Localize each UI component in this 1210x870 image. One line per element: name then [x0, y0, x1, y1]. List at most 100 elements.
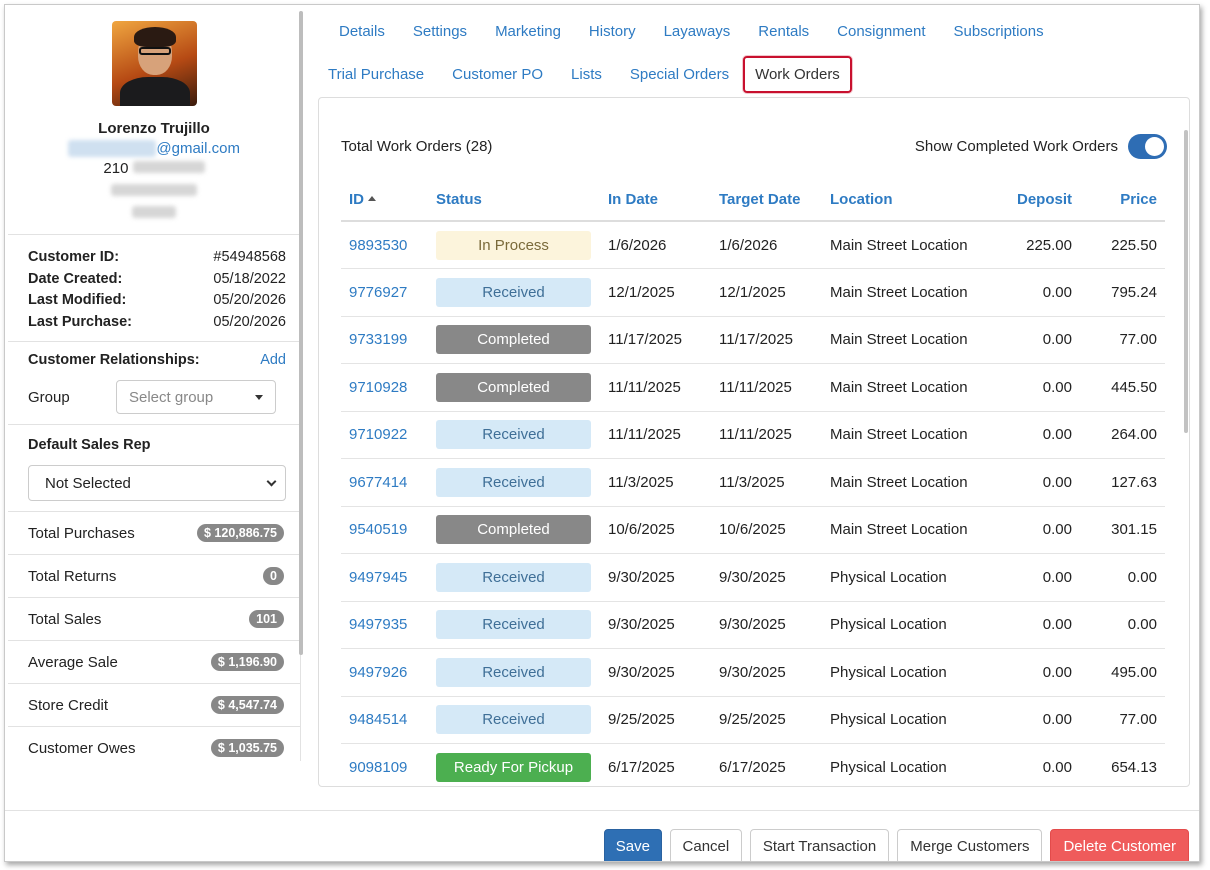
target-date-cell: 10/6/2025	[711, 506, 822, 554]
footer-actions: Save Cancel Start Transaction Merge Cust…	[5, 810, 1199, 861]
tab-work-orders[interactable]: Work Orders	[743, 56, 852, 93]
show-completed-toggle[interactable]	[1128, 134, 1167, 159]
in-date-cell: 9/25/2025	[600, 696, 711, 744]
status-badge: Completed	[436, 515, 591, 545]
stat-total-returns: Total Returns 0	[8, 555, 300, 598]
work-orders-table: ID Status In Date Target Date Location D…	[341, 178, 1165, 786]
location-cell: Main Street Location	[822, 458, 994, 507]
table-row[interactable]: 9540519 Completed 10/6/2025 10/6/2025 Main S…	[341, 506, 1165, 554]
status-cell: Received	[428, 458, 600, 507]
status-cell: Received	[428, 696, 600, 744]
table-row[interactable]: 9098109 Ready For Pickup 6/17/2025 6/17/202…	[341, 743, 1165, 786]
customer-relationships: Customer Relationships: Add Group Select…	[8, 342, 300, 425]
column-header-status[interactable]: Status	[428, 178, 600, 222]
add-relationship-link[interactable]: Add	[260, 352, 286, 368]
deposit-cell: 0.00	[994, 268, 1080, 317]
location-cell: Physical Location	[822, 743, 994, 786]
stat-customer-owes: Customer Owes $ 1,035.75	[8, 727, 300, 761]
work-order-id-link[interactable]: 9098109	[341, 743, 428, 786]
column-header-deposit[interactable]: Deposit	[994, 178, 1080, 222]
group-select[interactable]: Select group	[116, 380, 276, 414]
sales-rep-select[interactable]: Not Selected	[28, 465, 286, 501]
table-row[interactable]: 9497926 Received 9/30/2025 9/30/2025 Physica…	[341, 648, 1165, 697]
status-badge: Completed	[436, 372, 591, 402]
customer-avatar	[111, 21, 197, 106]
table-row[interactable]: 9484514 Received 9/25/2025 9/25/2025 Physica…	[341, 696, 1165, 744]
tab-trial-purchase[interactable]: Trial Purchase	[315, 66, 438, 83]
content-scrollbar[interactable]	[1184, 130, 1188, 433]
price-cell: 654.13	[1080, 743, 1165, 786]
table-row[interactable]: 9893530 In Process 1/6/2026 1/6/2026 Main St…	[341, 221, 1165, 269]
table-row[interactable]: 9497935 Received 9/30/2025 9/30/2025 Physica…	[341, 601, 1165, 649]
customer-address	[8, 183, 300, 222]
stat-badge: 0	[263, 567, 284, 585]
target-date-cell: 12/1/2025	[711, 268, 822, 317]
price-cell: 77.00	[1080, 316, 1165, 364]
tab-rentals[interactable]: Rentals	[744, 23, 823, 40]
work-order-id-link[interactable]: 9497945	[341, 553, 428, 602]
column-header-id[interactable]: ID	[341, 178, 428, 222]
status-badge: Received	[436, 610, 591, 640]
merge-customers-button[interactable]: Merge Customers	[897, 829, 1043, 861]
tab-subscriptions[interactable]: Subscriptions	[940, 23, 1058, 40]
work-order-id-link[interactable]: 9893530	[341, 221, 428, 269]
work-order-id-link[interactable]: 9710928	[341, 363, 428, 412]
status-badge: Received	[436, 467, 591, 497]
tab-lists[interactable]: Lists	[557, 66, 616, 83]
tab-marketing[interactable]: Marketing	[481, 23, 575, 40]
table-row[interactable]: 9497945 Received 9/30/2025 9/30/2025 Physica…	[341, 553, 1165, 602]
show-completed-label: Show Completed Work Orders	[914, 138, 1118, 155]
table-row[interactable]: 9710928 Completed 11/11/2025 11/11/2025 Main…	[341, 363, 1165, 412]
delete-customer-button[interactable]: Delete Customer	[1050, 829, 1189, 861]
work-order-id-link[interactable]: 9484514	[341, 696, 428, 744]
stat-store-credit: Store Credit $ 4,547.74	[8, 684, 300, 727]
tab-settings[interactable]: Settings	[399, 23, 481, 40]
table-row[interactable]: 9776927 Received 12/1/2025 12/1/2025 Main St…	[341, 268, 1165, 317]
sidebar-scrollbar[interactable]	[299, 11, 303, 655]
tab-special-orders[interactable]: Special Orders	[616, 66, 743, 83]
column-header-location[interactable]: Location	[822, 178, 994, 222]
cancel-button[interactable]: Cancel	[669, 829, 742, 861]
work-orders-panel: Total Work Orders (28) Show Completed Wo…	[318, 97, 1190, 787]
tab-layaways[interactable]: Layaways	[650, 23, 745, 40]
save-button[interactable]: Save	[603, 829, 662, 861]
work-order-id-link[interactable]: 9497935	[341, 601, 428, 649]
deposit-cell: 0.00	[994, 648, 1080, 697]
target-date-cell: 9/30/2025	[711, 648, 822, 697]
deposit-cell: 0.00	[994, 553, 1080, 602]
status-cell: Received	[428, 648, 600, 697]
location-cell: Main Street Location	[822, 363, 994, 412]
in-date-cell: 11/17/2025	[600, 316, 711, 364]
stat-badge: $ 120,886.75	[197, 524, 284, 542]
table-row[interactable]: 9733199 Completed 11/17/2025 11/17/2025 Main…	[341, 316, 1165, 364]
status-badge: Ready For Pickup	[436, 752, 591, 782]
column-header-price[interactable]: Price	[1080, 178, 1165, 222]
work-order-id-link[interactable]: 9540519	[341, 506, 428, 554]
tab-history[interactable]: History	[575, 23, 650, 40]
status-badge: Received	[436, 657, 591, 687]
price-cell: 795.24	[1080, 268, 1165, 317]
work-order-id-link[interactable]: 9733199	[341, 316, 428, 364]
table-row[interactable]: 9710922 Received 11/11/2025 11/11/2025 Main …	[341, 411, 1165, 459]
start-transaction-button[interactable]: Start Transaction	[749, 829, 890, 861]
work-order-id-link[interactable]: 9710922	[341, 411, 428, 459]
deposit-cell: 0.00	[994, 363, 1080, 412]
location-cell: Main Street Location	[822, 268, 994, 317]
deposit-cell: 0.00	[994, 601, 1080, 649]
meta-last-modified: Last Modified: 05/20/2026	[28, 292, 286, 308]
customer-meta: Customer ID: #54948568 Date Created: 05/18…	[8, 235, 300, 342]
table-row[interactable]: 9677414 Received 11/3/2025 11/3/2025 Main St…	[341, 458, 1165, 507]
customer-email[interactable]: lorenzotrujillo@gmail.com	[8, 140, 300, 157]
column-header-target-date[interactable]: Target Date	[711, 178, 822, 222]
tab-consignment[interactable]: Consignment	[823, 23, 939, 40]
column-header-in-date[interactable]: In Date	[600, 178, 711, 222]
tab-details[interactable]: Details	[315, 23, 399, 40]
deposit-cell: 0.00	[994, 696, 1080, 744]
status-badge: Completed	[436, 325, 591, 355]
location-cell: Main Street Location	[822, 411, 994, 459]
tab-customer-po[interactable]: Customer PO	[438, 66, 557, 83]
work-order-id-link[interactable]: 9497926	[341, 648, 428, 697]
work-order-id-link[interactable]: 9677414	[341, 458, 428, 507]
price-cell: 301.15	[1080, 506, 1165, 554]
work-order-id-link[interactable]: 9776927	[341, 268, 428, 317]
